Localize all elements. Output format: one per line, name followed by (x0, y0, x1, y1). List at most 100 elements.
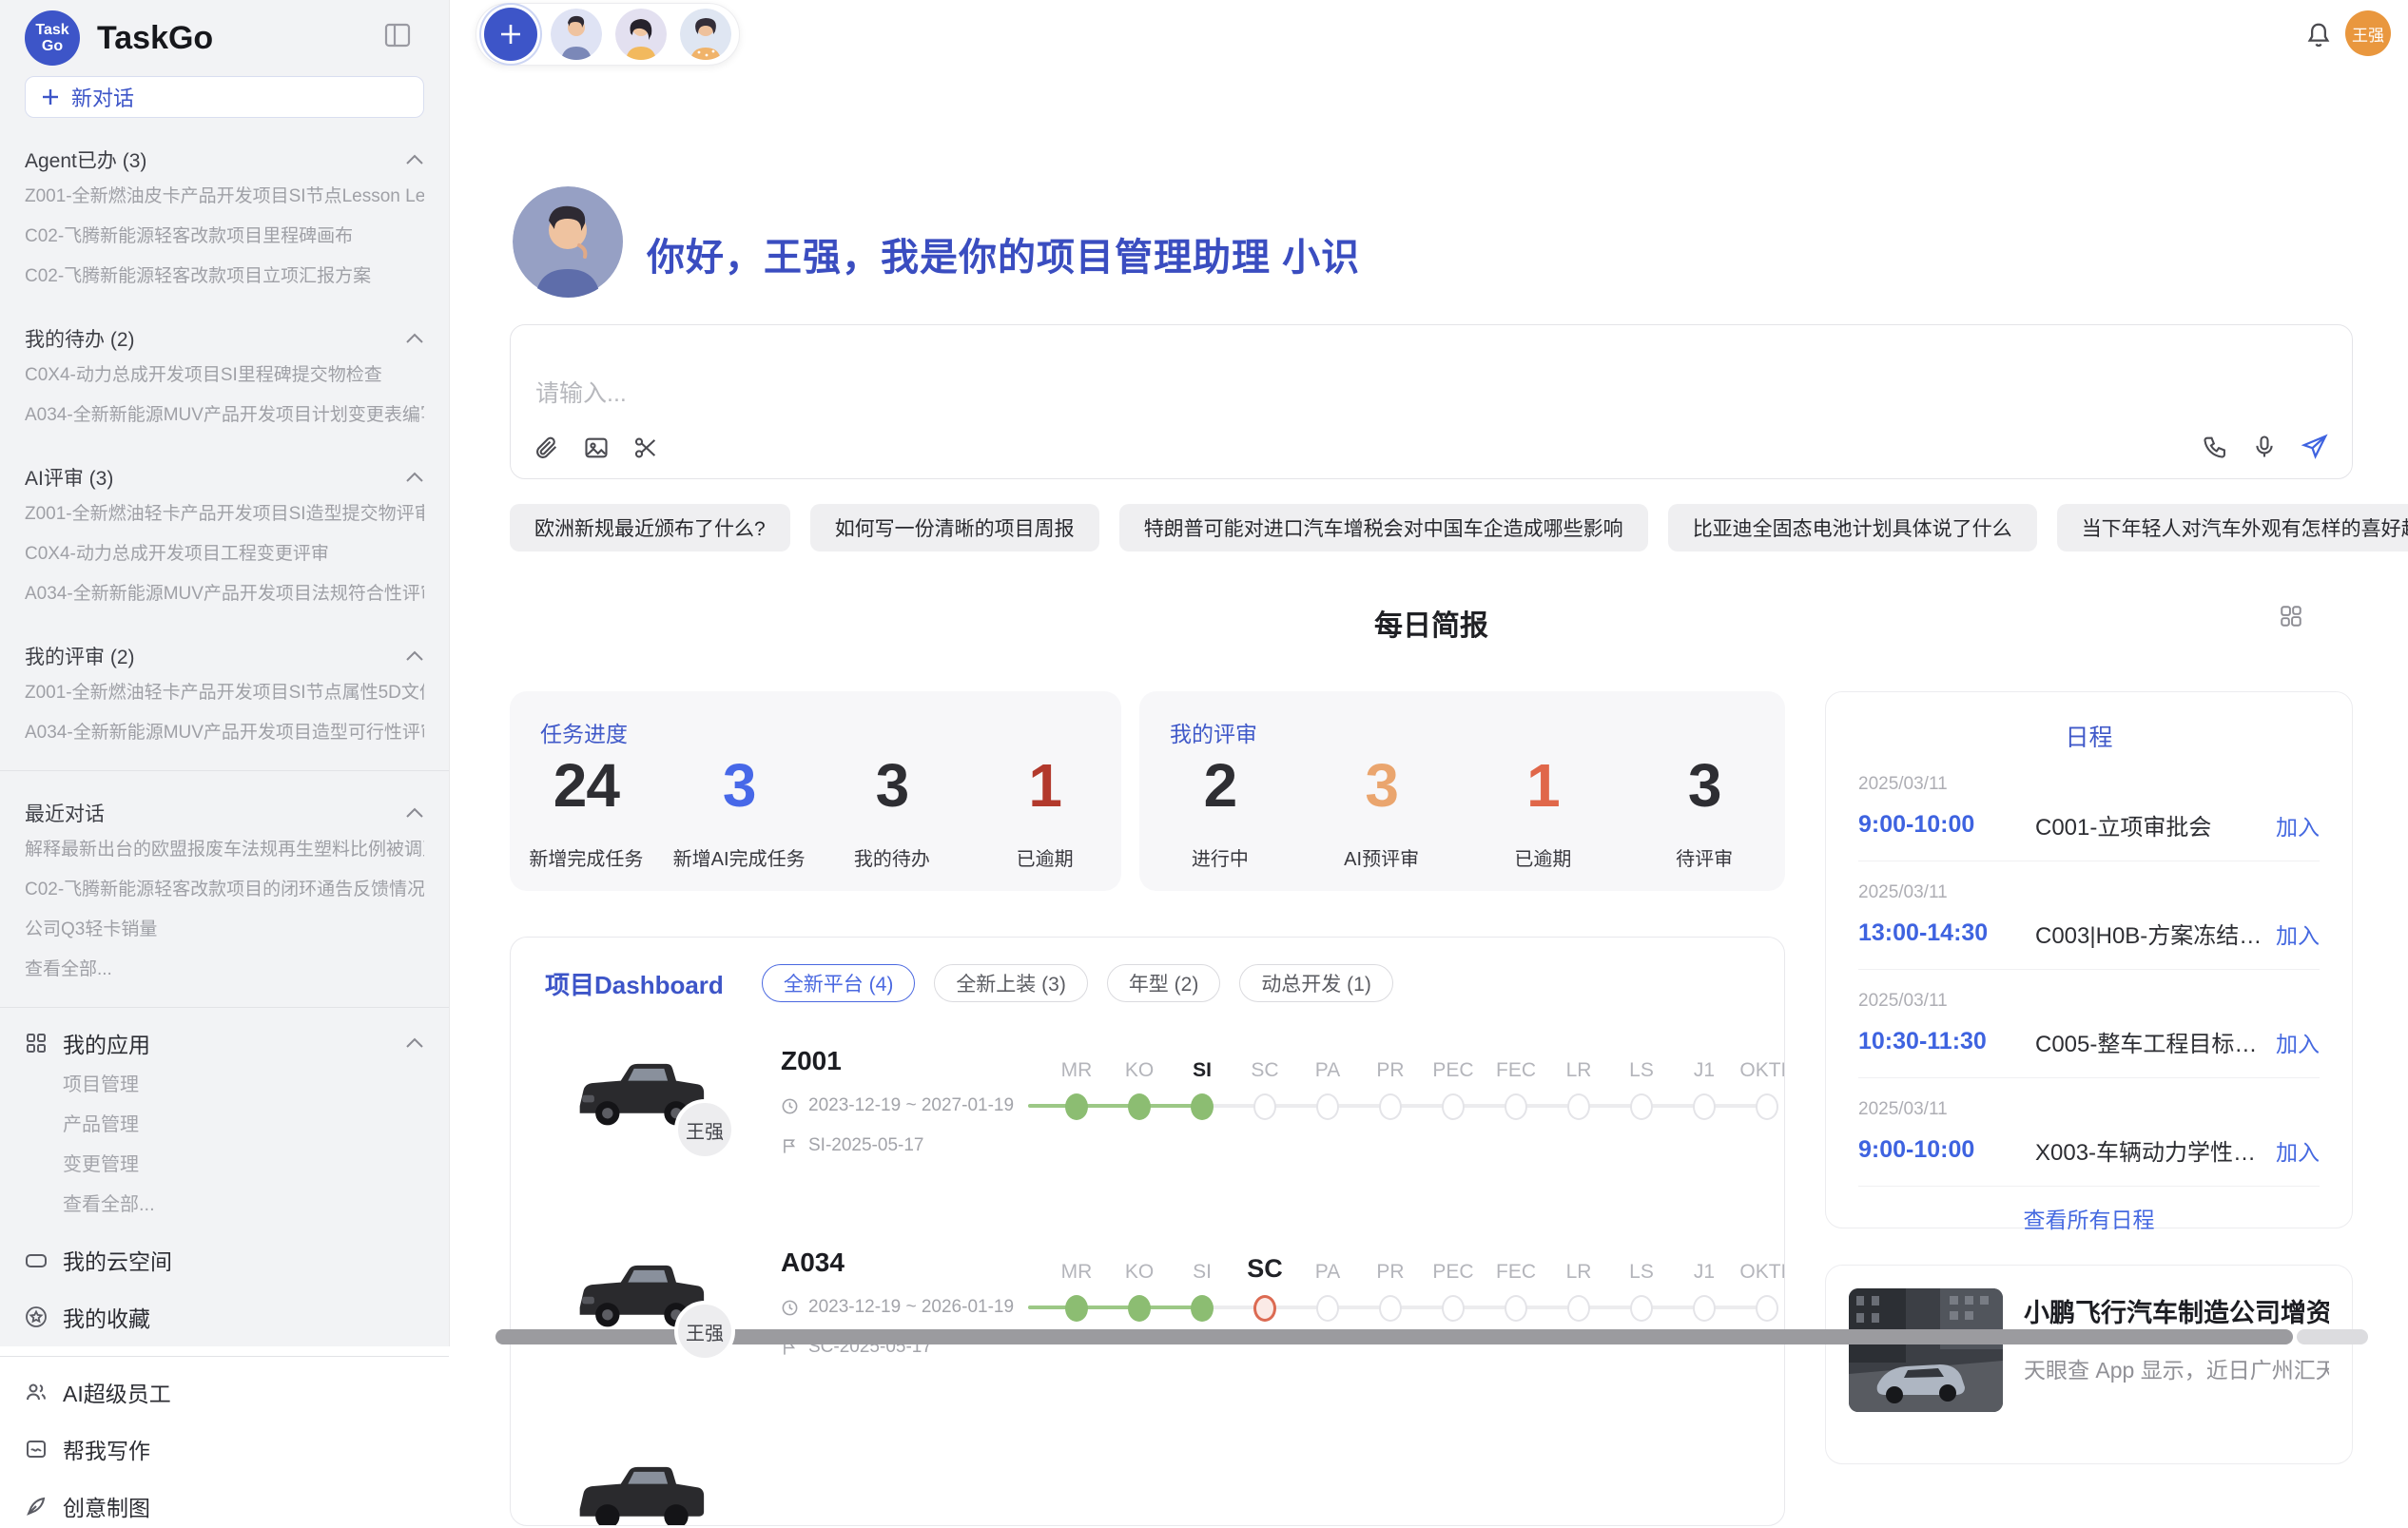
suggestion-chip[interactable]: 比亚迪全固态电池计划具体说了什么 (1668, 504, 2037, 551)
divider (0, 770, 449, 771)
section-label: 我的评审 (2) (25, 642, 135, 670)
sidebar-item-product-mgmt[interactable]: 产品管理 (25, 1105, 424, 1145)
list-item[interactable]: Z001-全新燃油轻卡产品开发项目SI造型提交物评审 (25, 494, 424, 534)
attachment-icon[interactable] (534, 435, 560, 461)
send-icon[interactable] (2301, 433, 2329, 461)
suggestion-chip[interactable]: 如何写一份清晰的项目周报 (810, 504, 1099, 551)
view-all-link[interactable]: 查看全部... (25, 950, 424, 990)
card-title: 我的评审 (1170, 716, 1257, 748)
user-avatar[interactable]: 王强 (2345, 10, 2391, 56)
microphone-icon[interactable] (2251, 434, 2278, 460)
milestone-dot (1191, 1295, 1214, 1322)
join-link[interactable]: 加入 (2276, 918, 2320, 950)
section-header-recent[interactable]: 最近对话 (25, 796, 424, 830)
sidebar-item-project-mgmt[interactable]: 项目管理 (25, 1065, 424, 1105)
agent-avatar-2[interactable] (615, 9, 667, 60)
list-item[interactable]: 解释最新出台的欧盟报废车法规再生塑料比例被调至15%... (25, 830, 424, 870)
card-title: 任务进度 (540, 716, 628, 748)
list-item[interactable]: Z001-全新燃油轻卡产品开发项目SI节点属性5D文件评审 (25, 673, 424, 713)
list-item[interactable]: 公司Q3轻卡销量 (25, 910, 424, 950)
news-card[interactable]: 小鹏飞行汽车制造公司增资 天眼查 App 显示，近日广州汇天飞行汽 (1825, 1265, 2353, 1464)
project-dashboard-card: 项目Dashboard 全新平台 (4) 全新上装 (3) 年型 (2) 动总开… (510, 937, 1785, 1526)
new-chat-button[interactable]: 新对话 (25, 76, 424, 118)
stat-ai-pre-review: 3 AI预评审 (1301, 750, 1463, 871)
section-header-agent-done[interactable]: Agent已办 (3) (25, 143, 424, 177)
section-label: AI评审 (3) (25, 463, 113, 492)
stat-new-ai-done: 3 新增AI完成任务 (663, 750, 816, 871)
milestone-dot (1630, 1295, 1653, 1322)
suggestion-chip[interactable]: 当下年轻人对汽车外观有怎样的喜好趋势 (2057, 504, 2408, 551)
view-all-link[interactable]: 查看全部... (25, 1185, 424, 1225)
chat-input[interactable] (535, 380, 1391, 408)
milestone-dot (1505, 1093, 1527, 1120)
notification-bell-icon[interactable] (2304, 21, 2333, 49)
filter-pill[interactable]: 全新上装 (3) (934, 964, 1088, 1002)
join-link[interactable]: 加入 (2276, 1026, 2320, 1058)
stat-new-done: 24 新增完成任务 (510, 750, 663, 871)
sidebar-item-write-helper[interactable]: 帮我写作 (25, 1427, 424, 1471)
milestone-dot (1442, 1295, 1465, 1322)
project-row[interactable]: 王强 A034 2023-12-19 ~ 2026-01-19 SC-2025-… (545, 1246, 1750, 1405)
milestone-dot (1756, 1295, 1778, 1322)
filter-pill[interactable]: 年型 (2) (1107, 964, 1221, 1002)
milestone-timeline: MR KO SI SC PA PR PEC FEC LR LS J1 OKTB (1045, 1050, 1785, 1204)
list-item[interactable]: A034-全新新能源MUV产品开发项目法规符合性评审 (25, 574, 424, 614)
agent-avatar-3[interactable] (680, 9, 731, 60)
list-item[interactable]: C0X4-动力总成开发项目工程变更评审 (25, 534, 424, 574)
milestone-dot (1505, 1295, 1527, 1322)
schedule-time: 9:00-10:00 (1858, 1136, 2035, 1164)
section-header-ai-review[interactable]: AI评审 (3) (25, 460, 424, 494)
sidebar-item-ai-staff[interactable]: AI超级员工 (25, 1370, 424, 1414)
list-item[interactable]: C0X4-动力总成开发项目SI里程碑提交物检查 (25, 356, 424, 396)
schedule-date: 2025/03/11 (1858, 1099, 2320, 1120)
schedule-item: 2025/03/11 10:30-11:30 C005-整车工程目标评审 加入 (1858, 970, 2320, 1078)
project-row[interactable] (545, 1447, 1750, 1526)
schedule-date: 2025/03/11 (1858, 774, 2320, 795)
task-progress-card: 任务进度 24 新增完成任务 3 新增AI完成任务 3 我的待办 1 已逾期 (510, 691, 1121, 891)
sidebar-collapse-icon[interactable] (384, 23, 411, 48)
logo-row: Task Go TaskGo (25, 0, 424, 76)
filter-pill[interactable]: 动总开发 (1) (1239, 964, 1393, 1002)
sidebar-item-creative-draw[interactable]: 创意制图 (25, 1484, 424, 1528)
milestone-dot (1128, 1093, 1151, 1120)
phone-call-icon[interactable] (2202, 434, 2228, 460)
list-item[interactable]: A034-全新新能源MUV产品开发项目造型可行性评审 (25, 713, 424, 753)
sidebar-item-label: 我的应用 (63, 1027, 150, 1059)
scrollbar-track (2297, 1329, 2368, 1344)
list-item[interactable]: A034-全新新能源MUV产品开发项目计划变更表编写 (25, 396, 424, 435)
milestone-dot (1442, 1093, 1465, 1120)
list-item[interactable]: C02-飞腾新能源轻客改款项目的闭环通告反馈情况 (25, 870, 424, 910)
suggestion-chip[interactable]: 欧洲新规最近颁布了什么? (510, 504, 790, 551)
view-all-schedule-link[interactable]: 查看所有日程 (1858, 1187, 2320, 1249)
clock-icon (781, 1097, 799, 1115)
list-item[interactable]: C02-飞腾新能源轻客改款项目立项汇报方案 (25, 257, 424, 297)
project-car-image: 王强 (568, 1044, 712, 1147)
list-item[interactable]: C02-飞腾新能源轻客改款项目里程碑画布 (25, 217, 424, 257)
sidebar-item-favorites[interactable]: 我的收藏 (25, 1295, 424, 1339)
schedule-time: 10:30-11:30 (1858, 1028, 2035, 1055)
image-icon[interactable] (583, 435, 610, 461)
section-header-my-todo[interactable]: 我的待办 (2) (25, 321, 424, 356)
sidebar-item-label: AI超级员工 (63, 1376, 171, 1408)
scissors-icon[interactable] (632, 435, 659, 461)
list-item[interactable]: Z001-全新燃油皮卡产品开发项目SI节点Lesson Learn报告 (25, 177, 424, 217)
suggestion-chip[interactable]: 特朗普可能对进口汽车增税会对中国车企造成哪些影响 (1119, 504, 1648, 551)
layout-grid-icon[interactable] (2279, 604, 2303, 629)
add-agent-button[interactable] (484, 8, 537, 61)
agent-switcher (476, 3, 740, 66)
sidebar-item-label: 帮我写作 (63, 1433, 150, 1465)
filter-pill[interactable]: 全新平台 (4) (762, 964, 916, 1002)
assistant-avatar (513, 186, 624, 298)
sidebar-item-cloud-space[interactable]: 我的云空间 (25, 1238, 424, 1282)
project-row[interactable]: 王强 Z001 2023-12-19 ~ 2027-01-19 SI-2025-… (545, 1044, 1750, 1204)
milestone-dot (1756, 1093, 1778, 1120)
section-header-my-review[interactable]: 我的评审 (2) (25, 639, 424, 673)
project-owner-badge: 王强 (674, 1099, 735, 1160)
sidebar-item-change-mgmt[interactable]: 变更管理 (25, 1145, 424, 1185)
join-link[interactable]: 加入 (2276, 1134, 2320, 1167)
plus-icon (41, 87, 60, 106)
agent-avatar-1[interactable] (551, 9, 602, 60)
sidebar-item-my-apps[interactable]: 我的应用 (25, 1021, 424, 1065)
join-link[interactable]: 加入 (2276, 809, 2320, 841)
project-flag-date: SI-2025-05-17 (808, 1135, 923, 1156)
